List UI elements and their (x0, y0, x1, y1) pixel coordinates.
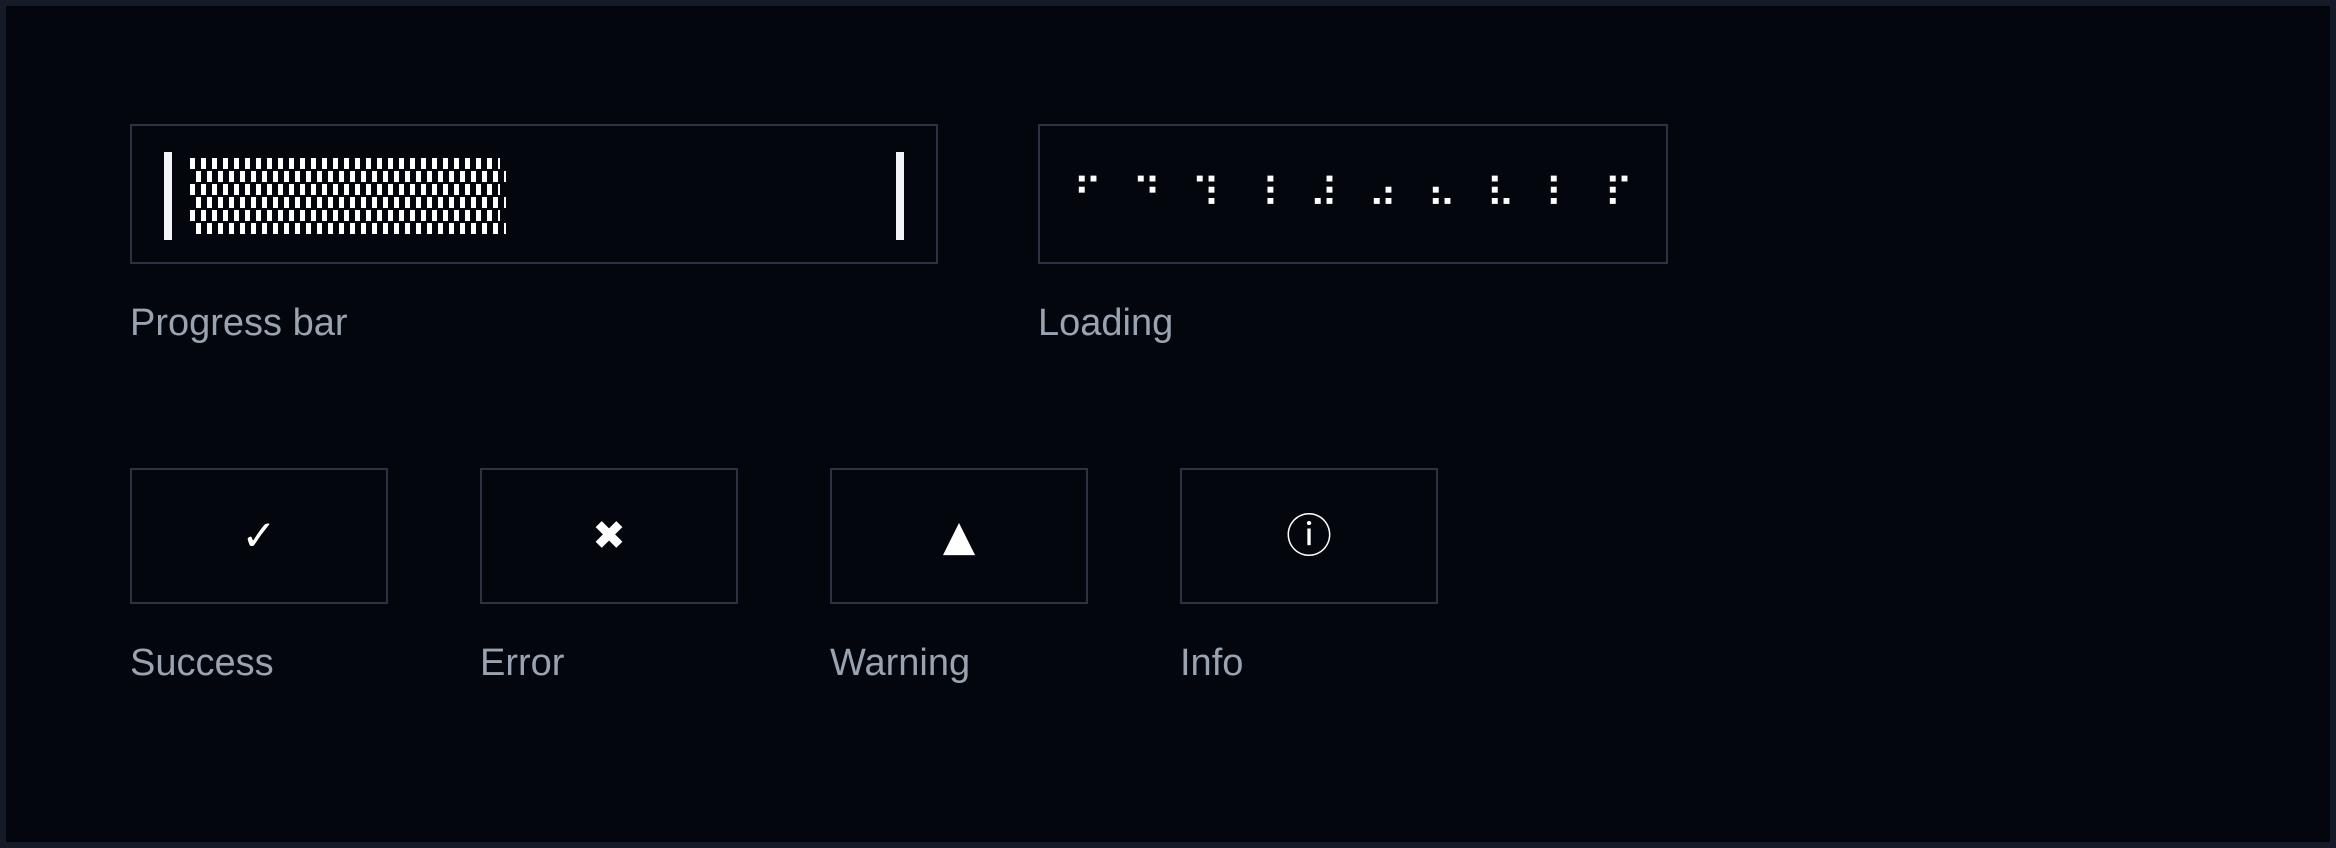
loading-caption: Loading (1038, 302, 1174, 344)
spinner-frame-7: ⠧ (1485, 171, 1516, 217)
spinner-frame-8: ⠇ (1544, 171, 1575, 217)
progress-fill-row (195, 223, 506, 234)
progress-fill-row (190, 210, 500, 221)
progress-bar-track[interactable] (164, 152, 904, 240)
spinner-frame-1: ⠙ (1131, 171, 1162, 217)
demo-canvas: Progress bar ⠋ ⠙ ⠹ ⠸ ⠼ ⠴ ⠦ ⠧ ⠇ ⠏ Loading ✓ Success… (0, 0, 2336, 848)
status-tile-frame[interactable]: ▲ (830, 468, 1088, 604)
progress-bar-fill (190, 158, 878, 236)
progress-fill-row (190, 184, 500, 195)
spinner-frame-9: ⠏ (1603, 171, 1634, 217)
spinner-frame-0: ⠋ (1072, 171, 1103, 217)
status-tile-frame[interactable]: ⓘ (1180, 468, 1438, 604)
info-icon: ⓘ (1286, 509, 1332, 563)
progress-bar-right-cap (896, 152, 904, 240)
progress-fill-row (195, 171, 506, 182)
status-tile-caption: Warning (830, 642, 971, 684)
status-tile-frame[interactable]: ✖ (480, 468, 738, 604)
status-tile-info: ⓘ Info (1180, 468, 1438, 682)
progress-fill-row (190, 158, 500, 169)
status-tile-caption: Success (130, 642, 274, 684)
status-tile-success: ✓ Success (130, 468, 388, 682)
spinner-frame-5: ⠴ (1367, 171, 1398, 217)
loading-widget: ⠋ ⠙ ⠹ ⠸ ⠼ ⠴ ⠦ ⠧ ⠇ ⠏ Loading (1038, 124, 1668, 342)
check-icon: ✓ (241, 511, 277, 560)
cross-icon: ✖ (592, 513, 626, 559)
loading-frame: ⠋ ⠙ ⠹ ⠸ ⠼ ⠴ ⠦ ⠧ ⠇ ⠏ (1038, 124, 1668, 264)
triangle-icon: ▲ (942, 511, 976, 560)
status-tile-error: ✖ Error (480, 468, 738, 682)
status-tile-frame[interactable]: ✓ (130, 468, 388, 604)
progress-bar-frame (130, 124, 938, 264)
status-tile-caption: Error (480, 642, 565, 684)
status-tile-warning: ▲ Warning (830, 468, 1088, 682)
progress-fill-row (195, 197, 506, 208)
spinner-frame-3: ⠸ (1249, 171, 1280, 217)
spinner-frame-6: ⠦ (1426, 171, 1457, 217)
progress-bar-caption: Progress bar (130, 302, 348, 344)
status-tile-caption: Info (1180, 642, 1244, 684)
progress-bar-widget: Progress bar (130, 124, 938, 342)
spinner-frame-4: ⠼ (1308, 171, 1339, 217)
spinner-frame-2: ⠹ (1190, 171, 1221, 217)
progress-bar-left-cap (164, 152, 172, 240)
